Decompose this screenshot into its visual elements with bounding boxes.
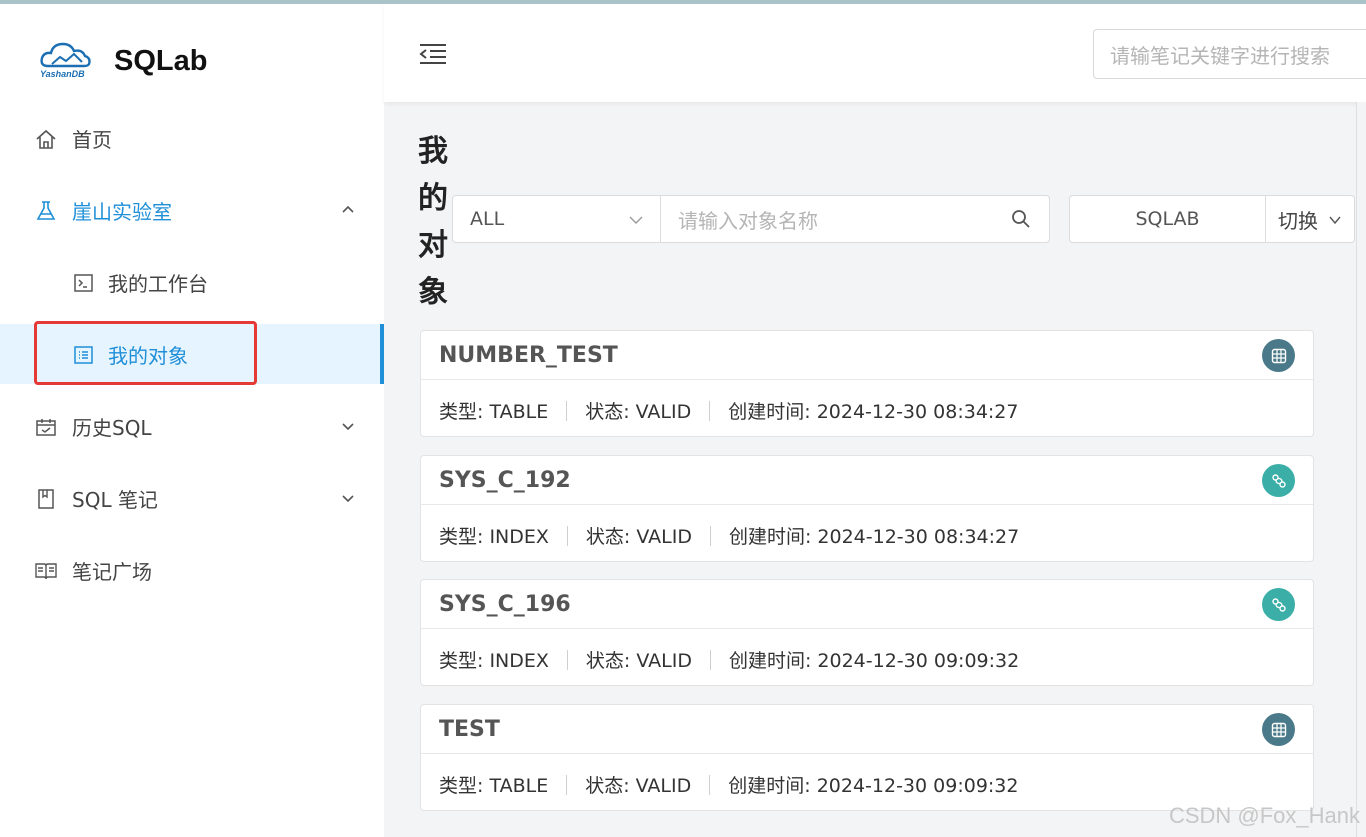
yashandb-logo: YashanDB (38, 38, 94, 84)
object-created: 创建时间: 2024-12-30 08:34:27 (728, 526, 1020, 548)
sidebar-item-label: 首页 (72, 127, 112, 152)
search-placeholder: 请输入对象名称 (678, 208, 818, 233)
watermark: CSDN @Fox_Hank (1168, 803, 1360, 828)
sidebar-item-label: 我的工作台 (108, 271, 208, 296)
chevron-down-icon (629, 216, 643, 224)
object-name-search-input[interactable]: 请输入对象名称 (661, 196, 1049, 242)
object-type: 类型: INDEX (439, 526, 549, 548)
separator (709, 525, 711, 546)
object-card[interactable]: SYS_C_192 类型: INDEX 状态: VALID 创建时间: 2024… (420, 455, 1314, 562)
separator (709, 649, 711, 670)
sidebar-item-sql-notes[interactable]: SQL 笔记 (0, 468, 384, 528)
separator (566, 525, 568, 546)
current-database: SQLAB (1070, 196, 1266, 242)
separator (566, 400, 568, 421)
object-type: 类型: TABLE (439, 401, 549, 423)
object-type-value: ALL (470, 208, 505, 230)
object-card[interactable]: SYS_C_196 类型: INDEX 状态: VALID 创建时间: 2024… (420, 579, 1314, 686)
sidebar-item-notes-plaza[interactable]: 笔记广场 (0, 540, 384, 600)
object-status: 状态: VALID (585, 526, 692, 548)
sidebar-item-workbench[interactable]: 我的工作台 (0, 252, 384, 312)
separator (566, 649, 568, 670)
object-type: 类型: INDEX (439, 650, 549, 672)
object-card[interactable]: TEST 类型: TABLE 状态: VALID 创建时间: 2024-12-3… (420, 704, 1314, 811)
object-created: 创建时间: 2024-12-30 09:09:32 (728, 775, 1019, 797)
card-divider (421, 753, 1313, 754)
switch-label: 切换 (1278, 208, 1318, 233)
chevron-up-icon (342, 205, 354, 213)
scrollbar-track[interactable] (1356, 102, 1366, 837)
index-icon (1262, 588, 1295, 621)
calendar-icon (36, 419, 56, 436)
object-type-select[interactable]: ALL (453, 196, 661, 242)
object-meta: 类型: TABLE 状态: VALID 创建时间: 2024-12-30 09:… (439, 771, 1018, 798)
object-meta: 类型: INDEX 状态: VALID 创建时间: 2024-12-30 08:… (439, 522, 1019, 549)
table-icon (1262, 713, 1295, 746)
chevron-down-icon (1329, 216, 1341, 225)
app-name: SQLab (114, 44, 208, 77)
chevron-down-icon (342, 495, 354, 503)
highlight-annotation-box (34, 321, 257, 385)
separator (709, 400, 711, 421)
sidebar-item-label: 崖山实验室 (72, 199, 172, 224)
flask-icon (36, 201, 56, 220)
object-type: 类型: TABLE (439, 775, 549, 797)
card-divider (421, 628, 1313, 629)
card-divider (421, 504, 1313, 505)
object-status: 状态: VALID (585, 401, 692, 423)
logo-text: YashanDB (40, 69, 85, 79)
table-icon (1262, 339, 1295, 372)
notes-search-input[interactable]: 请输笔记关键字进行搜索 (1093, 29, 1366, 79)
object-card[interactable]: NUMBER_TEST 类型: TABLE 状态: VALID 创建时间: 20… (420, 330, 1314, 437)
top-header: 请输笔记关键字进行搜索 (384, 4, 1366, 102)
sidebar-item-lab[interactable]: 崖山实验室 (0, 180, 384, 240)
object-filter: ALL 请输入对象名称 (452, 195, 1050, 243)
object-meta: 类型: INDEX 状态: VALID 创建时间: 2024-12-30 09:… (439, 646, 1019, 673)
card-divider (421, 379, 1313, 380)
search-icon[interactable] (1011, 209, 1031, 229)
sidebar-item-label: 笔记广场 (72, 559, 152, 584)
object-created: 创建时间: 2024-12-30 08:34:27 (728, 401, 1019, 423)
object-name[interactable]: NUMBER_TEST (439, 343, 618, 368)
sidebar-item-label: SQL 笔记 (72, 487, 158, 512)
database-switcher: SQLAB 切换 (1069, 195, 1355, 243)
object-status: 状态: VALID (585, 650, 692, 672)
menu-fold-icon[interactable] (418, 42, 448, 66)
object-meta: 类型: TABLE 状态: VALID 创建时间: 2024-12-30 08:… (439, 397, 1018, 424)
separator (566, 774, 568, 795)
chevron-down-icon (342, 423, 354, 431)
index-icon (1262, 464, 1295, 497)
open-book-icon (35, 563, 57, 580)
object-status: 状态: VALID (585, 775, 692, 797)
sidebar-item-sql-history[interactable]: 历史SQL (0, 396, 384, 456)
sidebar: YashanDB SQLab 首页 崖山实验室 我的工作台 我的对象 历史SQL… (0, 4, 384, 837)
bookmark-icon (38, 489, 54, 509)
home-icon (36, 129, 56, 149)
switch-database-button[interactable]: 切换 (1266, 196, 1354, 242)
object-name[interactable]: SYS_C_192 (439, 468, 571, 493)
object-name[interactable]: SYS_C_196 (439, 592, 571, 617)
terminal-icon (74, 274, 93, 292)
sidebar-item-home[interactable]: 首页 (0, 108, 384, 168)
brand[interactable]: YashanDB SQLab (38, 38, 207, 84)
object-name[interactable]: TEST (439, 717, 500, 742)
sidebar-item-label: 历史SQL (72, 415, 152, 440)
object-created: 创建时间: 2024-12-30 09:09:32 (728, 650, 1020, 672)
separator (709, 774, 711, 795)
